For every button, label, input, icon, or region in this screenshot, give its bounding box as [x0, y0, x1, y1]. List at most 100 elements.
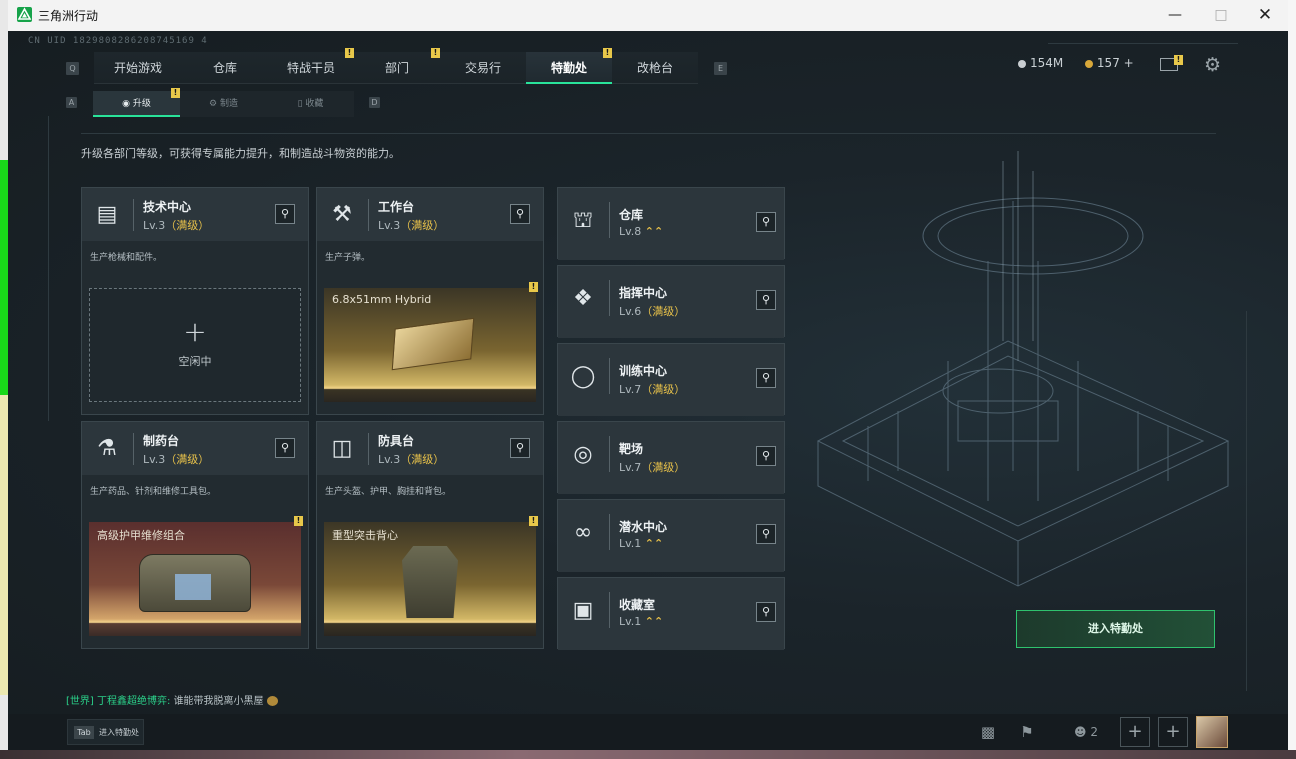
world-chat-message[interactable]: [世界] 丁程鑫超绝博弈: 谁能带我脱离小黑屋 — [66, 692, 278, 707]
gold-coin-icon — [1084, 59, 1093, 68]
upgrade-available-icon: ⌃⌃ — [644, 537, 664, 550]
friends-button[interactable]: ☻ 2 — [1064, 717, 1108, 747]
item-badge: ! — [529, 516, 538, 526]
card-title: 仓库 — [619, 208, 644, 222]
card-title: 制药台 — [143, 434, 180, 448]
card-title: 技术中心 — [143, 200, 192, 214]
craft-icon: ⚙ — [209, 99, 220, 109]
tab-trading[interactable]: 交易行 — [440, 52, 527, 84]
subnav-next-key[interactable]: D — [369, 97, 380, 108]
card-title: 训练中心 — [619, 364, 668, 378]
player-avatar[interactable] — [1196, 716, 1228, 748]
upgrade-badge: ! — [171, 88, 180, 98]
diving-icon: ∞ — [573, 520, 593, 545]
tab-gunsmith[interactable]: 改枪台 — [612, 52, 698, 84]
search-icon[interactable]: ⚲ — [756, 602, 776, 622]
settings-gear-icon[interactable]: ⚙ — [1204, 55, 1224, 75]
department-card-collection-room[interactable]: ▣ 收藏室 Lv.1 ⌃⌃ ⚲ — [557, 577, 785, 650]
card-level: Lv.6（满级） — [619, 305, 686, 318]
production-slot-empty[interactable]: + 空闲中 — [89, 288, 301, 402]
card-title: 指挥中心 — [619, 286, 668, 300]
chat-text: 谁能带我脱离小黑屋 — [173, 696, 264, 707]
search-icon[interactable]: ⚲ — [510, 204, 530, 224]
department-card-armor-bench[interactable]: ◫ 防具台 Lv.3（满级） ⚲ 生产头盔、护甲、胸挂和背包。 重型突击背心 ! — [316, 421, 544, 649]
upgrade-available-icon: ⌃⌃ — [644, 615, 664, 628]
player-uid: CN UID 1829808286208745169 4 — [28, 36, 208, 46]
tab-special-service[interactable]: 特勤处 — [526, 52, 612, 84]
card-level: Lv.3（满级） — [378, 219, 445, 232]
card-title: 防具台 — [378, 434, 415, 448]
minimize-button[interactable]: — — [1152, 0, 1198, 31]
section-divider — [81, 133, 1216, 134]
subtab-upgrade[interactable]: ◉ 升级 — [93, 91, 180, 117]
department-card-tech-center[interactable]: ▤ 技术中心 Lv.3（满级） ⚲ 生产枪械和配件。 + 空闲中 — [81, 187, 309, 415]
desktop-background-left — [0, 0, 8, 759]
silver-coin-icon — [1018, 59, 1026, 68]
armor-bench-icon: ◫ — [331, 436, 353, 461]
flag-icon[interactable]: ⚑ — [1012, 717, 1042, 747]
upgrade-available-icon: ⌃⌃ — [644, 225, 664, 238]
search-icon[interactable]: ⚲ — [275, 438, 295, 458]
production-slot[interactable]: 重型突击背心 ! — [324, 516, 538, 636]
idle-label: 空闲中 — [178, 355, 212, 368]
chat-channel: [世界] — [66, 696, 94, 707]
card-description: 生产子弹。 — [325, 253, 371, 263]
search-icon[interactable]: ⚲ — [275, 204, 295, 224]
department-card-shooting-range[interactable]: ◎ 靶场 Lv.7（满级） ⚲ — [557, 421, 785, 494]
card-level: Lv.1 ⌃⌃ — [619, 615, 664, 628]
search-icon[interactable]: ⚲ — [510, 438, 530, 458]
nav-next-key[interactable]: E — [714, 62, 727, 75]
title-bar: 三角洲行动 — □ ✕ — [8, 0, 1288, 31]
tab-departments[interactable]: 部门 — [354, 52, 441, 84]
ammo-box-image — [391, 317, 475, 371]
bottom-bar: Tab 进入特勤处 ▩ ⚑ ☻ 2 + + — [8, 714, 1288, 750]
card-level: Lv.3（满级） — [378, 453, 445, 466]
game-window: 三角洲行动 — □ ✕ CN UID 1829808286208745169 4 — [8, 0, 1288, 750]
item-badge: ! — [529, 282, 538, 292]
gold-amount[interactable]: 157 + — [1097, 56, 1134, 70]
department-card-pharmacy[interactable]: ⚗ 制药台 Lv.3（满级） ⚲ 生产药品、针剂和维修工具包。 高级护甲维修组合… — [81, 421, 309, 649]
tab-warehouse[interactable]: 仓库 — [182, 52, 269, 84]
search-icon[interactable]: ⚲ — [756, 368, 776, 388]
enter-special-service-button[interactable]: 进入特勤处 — [1016, 610, 1215, 648]
subtab-craft[interactable]: ⚙ 制造 — [180, 91, 267, 117]
tab-start-game[interactable]: 开始游戏 — [94, 52, 183, 84]
workbench-icon: ⚒ — [332, 202, 352, 227]
tab-shortcut-hint[interactable]: Tab 进入特勤处 — [67, 719, 144, 745]
page-description: 升级各部门等级，可获得专属能力提升，和制造战斗物资的能力。 — [81, 147, 400, 160]
card-level: Lv.3（满级） — [143, 219, 210, 232]
department-card-workbench[interactable]: ⚒ 工作台 Lv.3（满级） ⚲ 生产子弹。 6.8x51mm Hybrid ! — [316, 187, 544, 415]
department-card-diving-center[interactable]: ∞ 潜水中心 Lv.1 ⌃⌃ ⚲ — [557, 499, 785, 572]
add-slot-button-1[interactable]: + — [1120, 717, 1150, 747]
subtab-collect[interactable]: ▯ 收藏 — [267, 91, 354, 117]
stats-icon[interactable]: ▩ — [973, 717, 1003, 747]
department-card-training-center[interactable]: ◯ 训练中心 Lv.7（满级） ⚲ — [557, 343, 785, 416]
close-button[interactable]: ✕ — [1242, 0, 1288, 31]
search-icon[interactable]: ⚲ — [756, 290, 776, 310]
card-level: Lv.7（满级） — [619, 383, 686, 396]
card-title: 靶场 — [619, 442, 644, 456]
desktop-background-right — [1288, 0, 1296, 759]
card-level: Lv.1 ⌃⌃ — [619, 537, 664, 550]
search-icon[interactable]: ⚲ — [756, 524, 776, 544]
add-slot-button-2[interactable]: + — [1158, 717, 1188, 747]
nav-prev-key[interactable]: Q — [66, 62, 79, 75]
desktop-background-bottom — [0, 750, 1296, 759]
collection-room-icon: ▣ — [572, 598, 594, 623]
tab-operators[interactable]: 特战干员 — [268, 52, 355, 84]
production-slot[interactable]: 6.8x51mm Hybrid ! — [324, 282, 538, 402]
headquarters-illustration — [816, 151, 1230, 587]
maximize-button[interactable]: □ — [1198, 0, 1244, 31]
tab-key: Tab — [74, 726, 94, 739]
search-icon[interactable]: ⚲ — [756, 446, 776, 466]
friends-count: 2 — [1090, 725, 1098, 739]
card-level: Lv.7（满级） — [619, 461, 686, 474]
item-badge: ! — [294, 516, 303, 526]
card-title: 潜水中心 — [619, 520, 668, 534]
department-card-command-center[interactable]: ❖ 指挥中心 Lv.6（满级） ⚲ — [557, 265, 785, 338]
production-slot[interactable]: 高级护甲维修组合 ! — [89, 516, 303, 636]
search-icon[interactable]: ⚲ — [756, 212, 776, 232]
department-card-warehouse[interactable]: ⛫ 仓库 Lv.8 ⌃⌃ ⚲ — [557, 187, 785, 260]
subnav-prev-key[interactable]: A — [66, 97, 77, 108]
card-level: Lv.8 ⌃⌃ — [619, 225, 664, 238]
